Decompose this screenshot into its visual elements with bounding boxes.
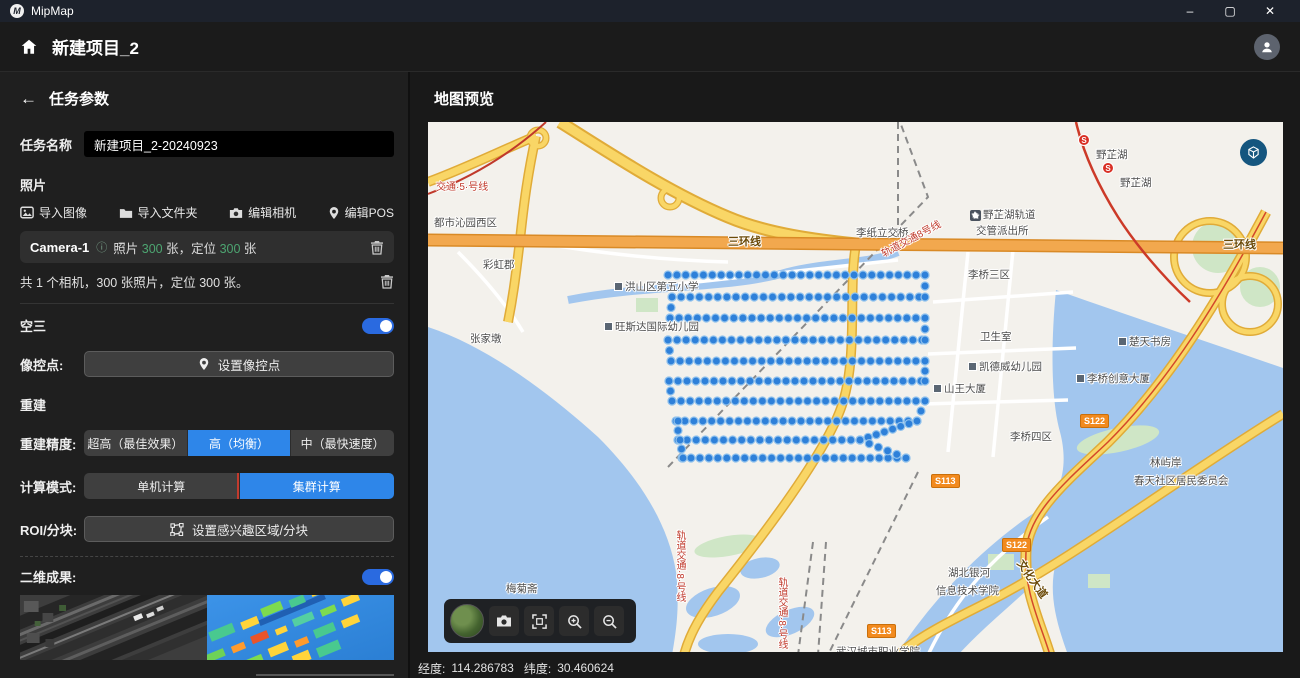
user-avatar[interactable] — [1254, 34, 1280, 60]
ortho-preview-image — [20, 595, 207, 660]
flight-path-dots — [428, 122, 1283, 652]
panel-title: 任务参数 — [49, 88, 109, 109]
accuracy-label: 重建精度: — [20, 434, 84, 453]
photos-section-label: 照片 — [20, 175, 394, 194]
zoom-out-icon — [602, 614, 617, 629]
roi-label: ROI/分块: — [20, 520, 84, 539]
longitude-value: 114.286783 — [451, 661, 514, 675]
task-name-label: 任务名称 — [20, 135, 84, 154]
zoom-in-icon — [567, 614, 582, 629]
location-pin-icon — [328, 206, 340, 220]
trash-icon — [380, 274, 394, 289]
divider — [20, 303, 394, 304]
rebuild-section-label: 重建 — [20, 395, 394, 414]
edit-camera-button[interactable]: 编辑相机 — [229, 204, 296, 221]
folder-icon — [119, 207, 133, 219]
result-previews — [20, 595, 394, 660]
back-button[interactable]: ← — [20, 90, 37, 107]
basemap-thumbnail-button[interactable] — [450, 604, 484, 638]
delete-camera-button[interactable] — [370, 240, 384, 255]
gcp-label: 像控点: — [20, 355, 84, 374]
accuracy-option-medium[interactable]: 中（最快速度） — [290, 430, 394, 456]
set-gcp-button[interactable]: 设置像控点 — [84, 351, 394, 377]
app-logo-icon: M — [10, 4, 24, 18]
panel-scroll-indicator[interactable] — [256, 674, 394, 676]
compute-mode-segmented-control: 单机计算 集群计算 — [84, 473, 394, 499]
camera-icon — [229, 207, 243, 219]
coordinate-statusbar: 经度: 114.286783 纬度: 30.460624 — [410, 658, 1300, 678]
set-roi-button[interactable]: 设置感兴趣区域/分块 — [84, 516, 394, 542]
compute-option-cluster[interactable]: 集群计算 — [239, 473, 395, 499]
longitude-label: 经度: — [418, 660, 445, 677]
project-title: 新建项目_2 — [52, 34, 139, 59]
camera-counts: 照片 300 张，定位 300 张 — [113, 238, 256, 257]
window-maximize-button[interactable]: ▢ — [1210, 0, 1250, 22]
edit-pos-button[interactable]: 编辑POS — [328, 204, 394, 221]
camera-list-item[interactable]: Camera-1 ⓘ 照片 300 张，定位 300 张 — [20, 231, 394, 263]
home-button[interactable] — [20, 38, 38, 56]
map-preview-title: 地图预览 — [434, 88, 1300, 109]
camera-name: Camera-1 — [30, 240, 89, 255]
dsm-preview-image — [207, 595, 394, 660]
2d-results-toggle[interactable] — [362, 569, 394, 585]
zoom-in-button[interactable] — [559, 606, 589, 636]
compute-mode-label: 计算模式: — [20, 477, 84, 496]
task-name-input[interactable] — [84, 131, 394, 157]
delete-all-button[interactable] — [380, 274, 394, 289]
user-icon — [1260, 40, 1274, 54]
aerial-triangulation-toggle[interactable] — [362, 318, 394, 334]
home-icon — [20, 38, 38, 56]
window-minimize-button[interactable]: – — [1170, 0, 1210, 22]
roi-polygon-icon — [170, 523, 184, 536]
map-layer-globe-button[interactable] — [1240, 139, 1267, 166]
latitude-value: 30.460624 — [557, 661, 614, 675]
titlebar: M MipMap – ▢ ✕ — [0, 0, 1300, 22]
app-header: 新建项目_2 — [0, 22, 1300, 72]
2d-results-label: 二维成果: — [20, 567, 76, 586]
app-name: MipMap — [31, 4, 74, 18]
fit-frame-icon — [532, 614, 547, 629]
camera-icon — [496, 614, 512, 628]
location-pin-icon — [198, 357, 210, 371]
accuracy-option-ultra[interactable]: 超高（最佳效果） — [84, 430, 187, 456]
screenshot-button[interactable] — [489, 606, 519, 636]
camera-summary: 共 1 个相机，300 张照片，定位 300 张。 — [20, 272, 249, 291]
dashed-divider — [20, 556, 394, 557]
compute-option-single[interactable]: 单机计算 — [84, 473, 239, 499]
fit-view-button[interactable] — [524, 606, 554, 636]
zoom-out-button[interactable] — [594, 606, 624, 636]
accuracy-segmented-control: 超高（最佳效果） 高（均衡） 中（最快速度） — [84, 430, 394, 456]
aerial-triangulation-label: 空三 — [20, 316, 46, 335]
latitude-label: 纬度: — [524, 660, 551, 677]
task-parameters-panel: ← 任务参数 任务名称 照片 导入图像 导入文件夹 编辑相机 编辑POS — [0, 72, 410, 678]
map-toolbar — [444, 599, 636, 643]
cube-icon — [1247, 146, 1260, 159]
import-folder-button[interactable]: 导入文件夹 — [119, 204, 198, 221]
map-preview-section: 地图预览 — [410, 72, 1300, 678]
import-image-button[interactable]: 导入图像 — [20, 204, 87, 221]
info-icon: ⓘ — [96, 239, 107, 255]
accuracy-option-high[interactable]: 高（均衡） — [187, 430, 291, 456]
map-canvas[interactable]: 都市沁园西区彩虹郡张家墩洪山区第五小学旺斯达国际幼儿园李纸立交桥★野芷湖轨道交管… — [428, 122, 1283, 652]
image-icon — [20, 206, 34, 219]
window-close-button[interactable]: ✕ — [1250, 0, 1290, 22]
trash-icon — [370, 240, 384, 255]
